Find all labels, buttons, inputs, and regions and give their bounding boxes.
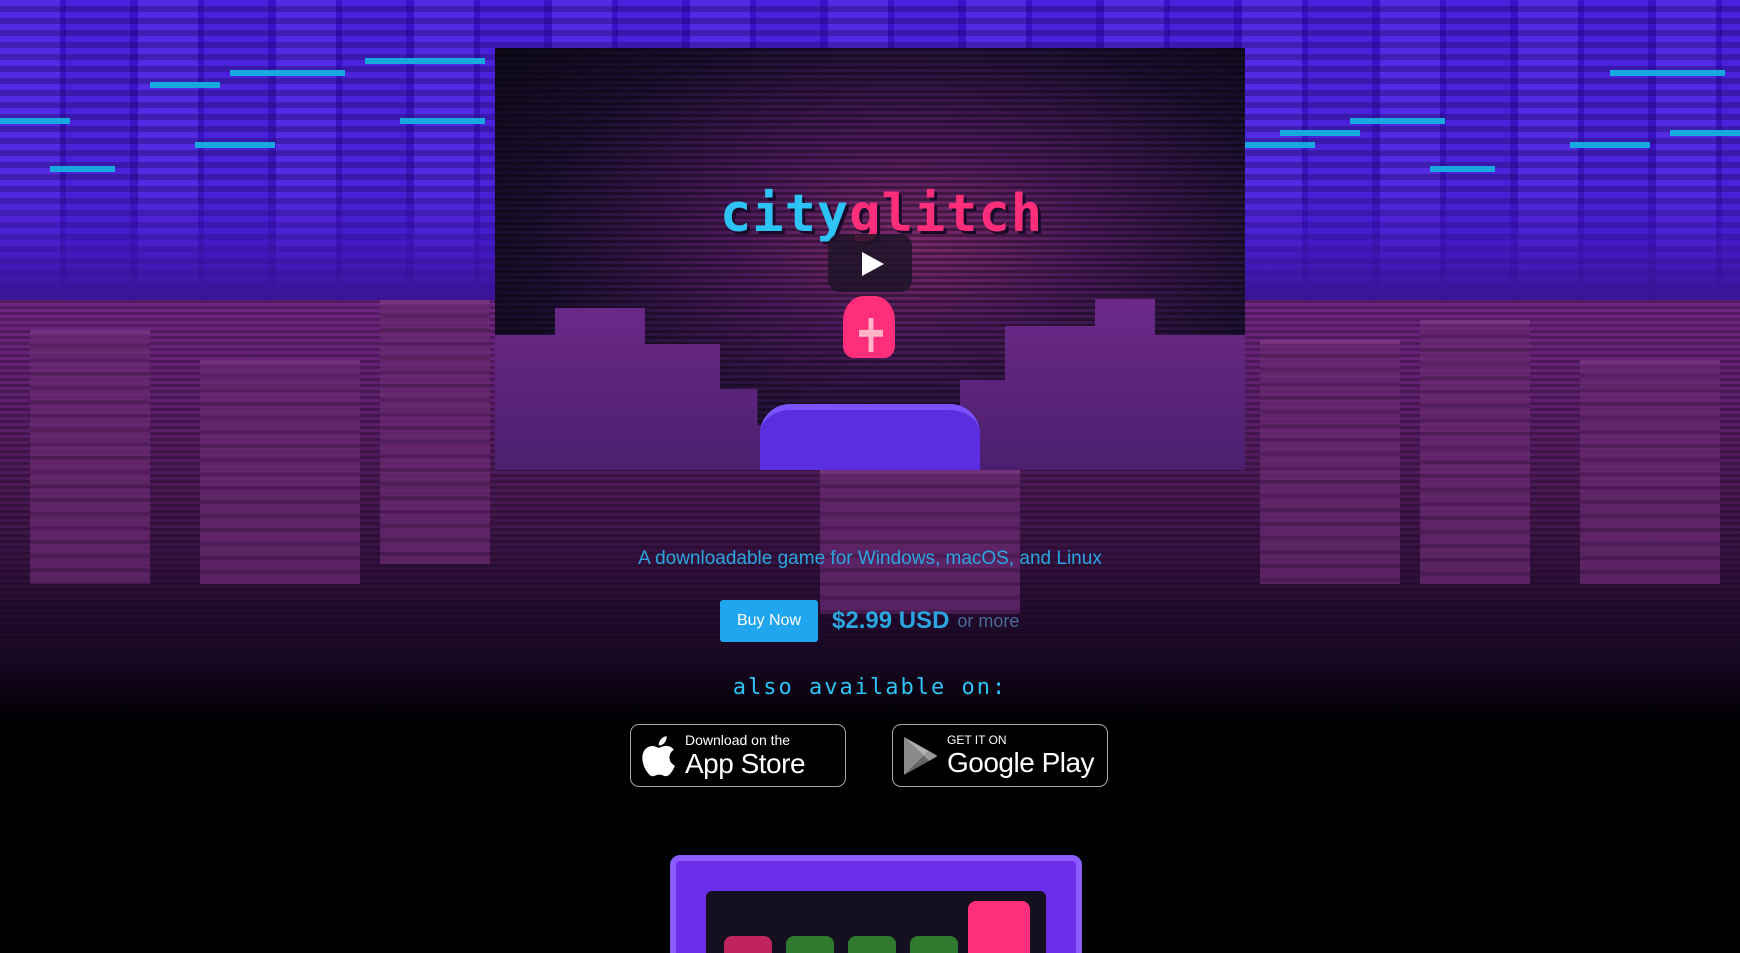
- game-tile: [968, 901, 1030, 953]
- background-dash: [1670, 130, 1740, 136]
- game-screenshot-inner: [706, 891, 1046, 953]
- also-available-heading: also available on:: [732, 675, 1008, 700]
- background-dash: [230, 70, 345, 76]
- background-dash: [150, 82, 220, 88]
- trailer-video[interactable]: cityglitch: [495, 48, 1245, 470]
- background-dash: [1570, 142, 1650, 148]
- game-screenshot[interactable]: [670, 855, 1082, 953]
- background-dash: [1610, 70, 1725, 76]
- game-page: cityglitch A downloadable game for Windo…: [0, 0, 1740, 953]
- game-tile: [786, 936, 834, 953]
- price: $2.99 USD: [832, 607, 950, 634]
- background-dash: [195, 142, 275, 148]
- buy-now-button[interactable]: Buy Now: [720, 600, 818, 642]
- app-store-badge[interactable]: Download on the App Store: [630, 724, 846, 787]
- background-building: [30, 330, 150, 584]
- background-building: [380, 300, 490, 564]
- hero-character: [843, 296, 895, 358]
- google-play-badge[interactable]: GET IT ON Google Play: [892, 724, 1108, 787]
- apple-icon: [631, 735, 685, 777]
- game-tagline: A downloadable game for Windows, macOS, …: [638, 548, 1102, 569]
- google-play-big-text: Google Play: [947, 747, 1095, 778]
- game-tile: [910, 936, 958, 953]
- background-dash: [1280, 130, 1360, 136]
- price-suffix: or more: [957, 610, 1020, 631]
- app-store-text: Download on the App Store: [685, 732, 806, 779]
- google-play-icon: [893, 735, 947, 777]
- background-building: [1420, 320, 1530, 584]
- background-dash: [50, 166, 115, 172]
- background-building: [820, 470, 1020, 614]
- background-dash: [0, 118, 70, 124]
- game-tile: [724, 936, 772, 953]
- google-play-text: GET IT ON Google Play: [947, 733, 1095, 778]
- play-button[interactable]: [828, 234, 912, 292]
- game-logo-part1: city: [720, 184, 850, 244]
- background-dash: [365, 58, 485, 64]
- app-store-small-text: Download on the: [685, 732, 791, 748]
- background-dash: [1350, 118, 1445, 124]
- google-play-small-text: GET IT ON: [947, 733, 1007, 747]
- background-dash: [1245, 142, 1315, 148]
- purchase-row: Buy Now $2.99 USD or more: [720, 600, 1019, 642]
- app-store-big-text: App Store: [685, 748, 806, 779]
- background-dash: [400, 118, 485, 124]
- game-tile: [848, 936, 896, 953]
- background-dash: [1430, 166, 1495, 172]
- video-platform: [760, 404, 980, 470]
